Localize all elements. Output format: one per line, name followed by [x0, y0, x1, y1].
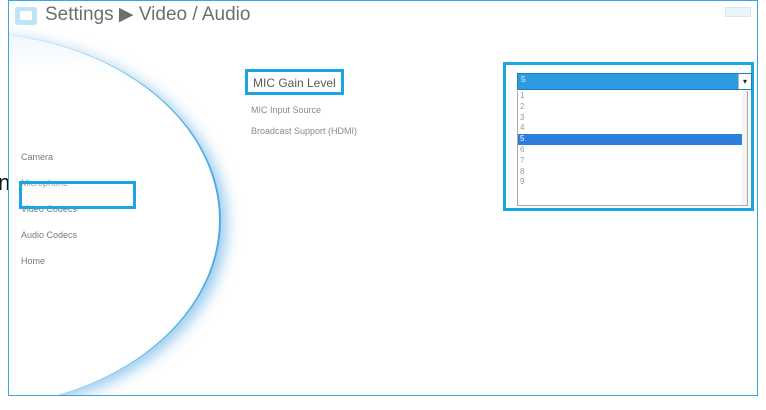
sidebar-item-audio-codecs[interactable]: Audio Codecs [9, 229, 209, 242]
sidebar-item-camera[interactable]: Camera [9, 151, 209, 164]
sidebar-nav: Camera Microphone Video Codecs Audio Cod… [9, 151, 209, 281]
gain-option-5[interactable]: 5 [518, 134, 747, 145]
title-bar: Settings ▶ Video / Audio [9, 1, 757, 35]
window-corner-tab [725, 7, 751, 17]
mic-input-source-item[interactable]: MIC Input Source [251, 105, 357, 115]
gain-option-7[interactable]: 7 [518, 156, 747, 167]
mic-gain-level-heading[interactable]: MIC Gain Level [245, 69, 344, 95]
gain-option-4[interactable]: 4 [518, 123, 747, 134]
gain-option-6[interactable]: 6 [518, 145, 747, 156]
settings-window: Settings ▶ Video / Audio Camera Micropho… [8, 0, 758, 396]
chevron-down-icon[interactable]: ▾ [738, 74, 751, 89]
gain-option-8[interactable]: 8 [518, 167, 747, 178]
sidebar-item-home[interactable]: Home [9, 255, 209, 268]
monitor-icon [15, 7, 37, 25]
gain-options-list: 1 2 3 4 5 6 7 8 9 [517, 91, 748, 206]
gain-option-9[interactable]: 9 [518, 177, 747, 188]
broadcast-support-item[interactable]: Broadcast Support (HDMI) [251, 126, 357, 136]
audio-settings-section: MIC Gain Level MIC Input Source Broadcas… [245, 69, 357, 136]
microphone-highlight [19, 181, 136, 209]
gain-level-select[interactable]: 5 ▾ [517, 73, 752, 90]
gain-option-3[interactable]: 3 [518, 113, 747, 124]
gain-option-1[interactable]: 1 [518, 91, 747, 102]
gain-select-value: 5 [521, 75, 526, 84]
gain-option-2[interactable]: 2 [518, 102, 747, 113]
page-title: Settings ▶ Video / Audio [45, 4, 251, 25]
gain-select-highlight: 5 ▾ 1 2 3 4 5 6 7 8 9 [503, 62, 754, 211]
dropdown-scrollbar[interactable] [742, 91, 747, 205]
